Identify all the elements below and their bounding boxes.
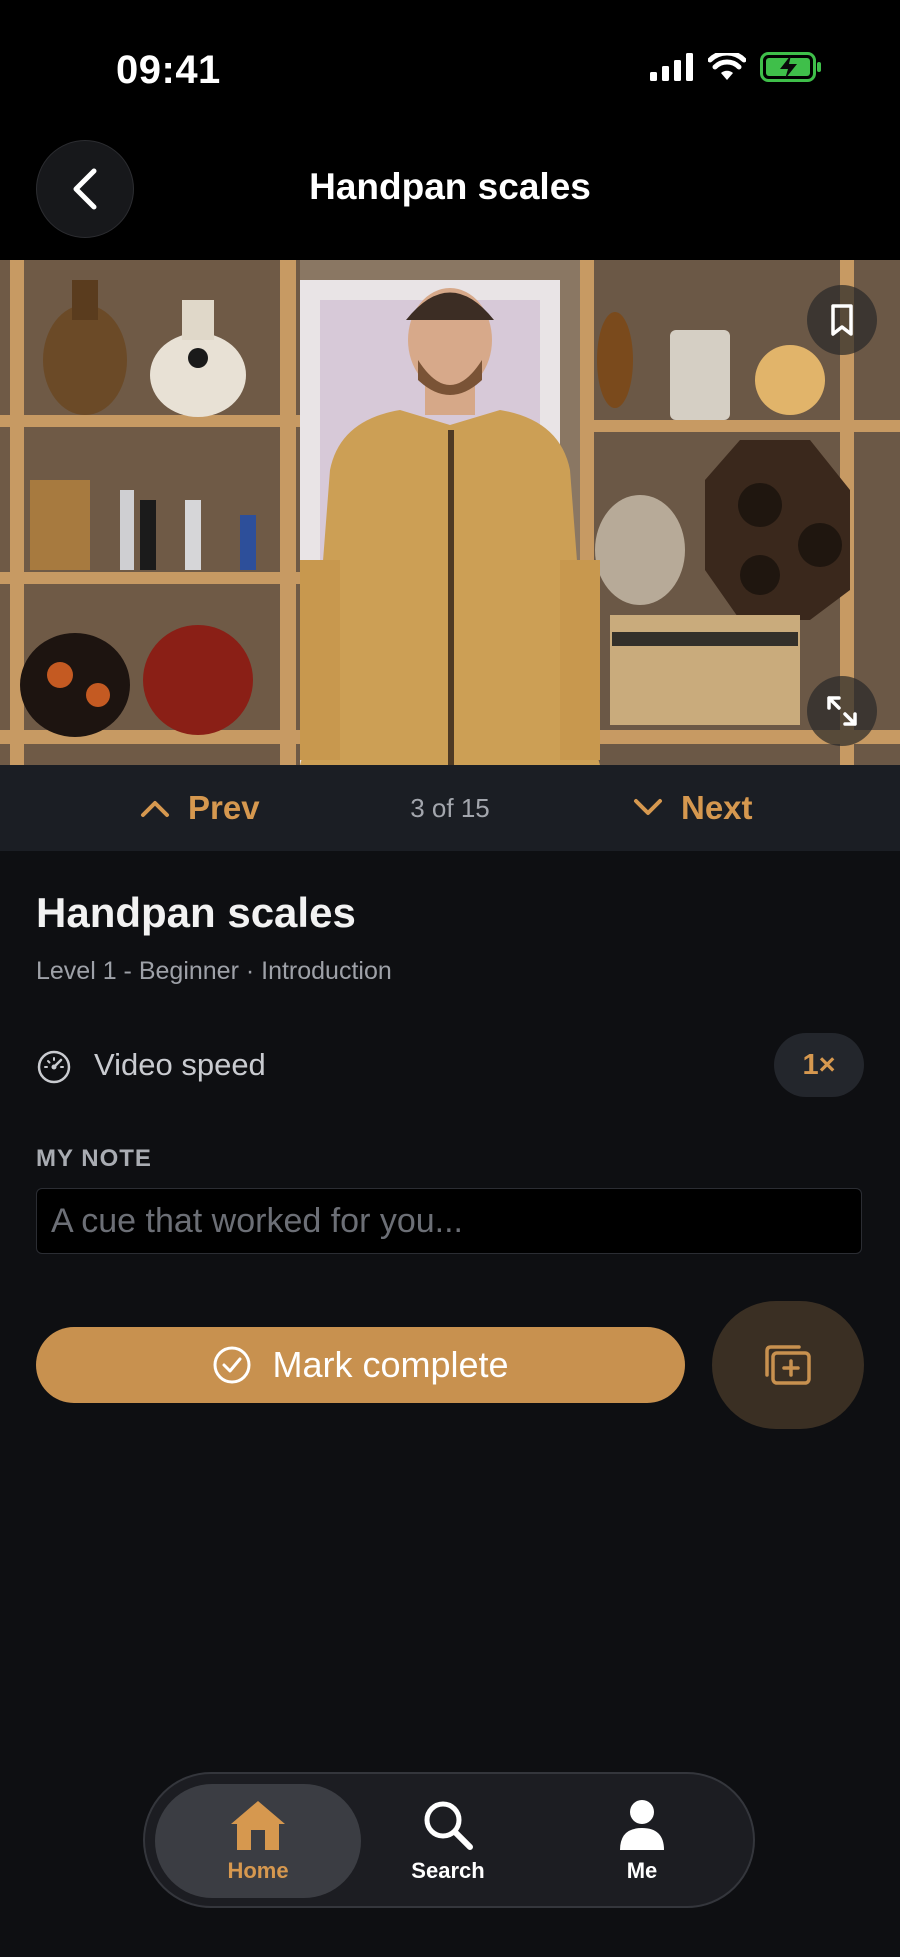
person-icon	[620, 1800, 664, 1850]
video-speed-button[interactable]: 1×	[774, 1033, 864, 1097]
lesson-counter: 3 of 15	[410, 793, 490, 823]
fullscreen-button[interactable]	[807, 676, 877, 746]
lesson-subtitle: Level 1 - Beginner · Introduction	[36, 957, 392, 985]
note-input[interactable]	[36, 1188, 862, 1254]
add-to-collection-button[interactable]	[712, 1301, 864, 1429]
video-speed-label: Video speed	[94, 1047, 266, 1082]
tab-bar: Home Search Me	[143, 1772, 755, 1908]
video-speed-row: Video speed 1×	[36, 1031, 864, 1101]
chevron-down-icon	[634, 799, 662, 815]
page-title: Handpan scales	[309, 166, 591, 207]
add-to-collection-icon	[765, 1345, 811, 1385]
lesson-pager: Prev 3 of 15 Next	[0, 765, 900, 851]
next-label: Next	[681, 789, 753, 826]
cellular-signal-icon	[650, 53, 693, 81]
lesson-title: Handpan scales	[36, 889, 356, 936]
tab-search[interactable]: Search	[345, 1784, 551, 1898]
check-circle-icon	[213, 1346, 251, 1384]
navigation-bar: Handpan scales	[0, 130, 900, 260]
mark-complete-button[interactable]: Mark complete	[36, 1327, 685, 1403]
home-icon	[231, 1801, 285, 1850]
speedometer-icon	[37, 1050, 71, 1084]
next-lesson-button[interactable]: Next	[633, 765, 753, 851]
battery-charging-icon	[760, 52, 821, 82]
status-time: 09:41	[116, 48, 221, 92]
mark-complete-label: Mark complete	[272, 1344, 509, 1385]
wifi-icon	[708, 53, 746, 80]
note-label: MY NOTE	[36, 1145, 152, 1172]
video-frame	[0, 260, 900, 765]
search-icon	[424, 1801, 473, 1850]
bookmark-icon	[831, 304, 853, 336]
tab-home[interactable]: Home	[155, 1784, 361, 1898]
tab-me[interactable]: Me	[539, 1784, 745, 1898]
status-icons	[650, 52, 822, 82]
tab-me-label: Me	[626, 1858, 658, 1883]
status-bar: 09:41	[0, 0, 900, 130]
expand-icon	[827, 696, 857, 726]
tab-search-label: Search	[411, 1858, 485, 1883]
bookmark-button[interactable]	[807, 285, 877, 355]
video-player[interactable]	[0, 260, 900, 765]
tab-home-label: Home	[227, 1858, 289, 1883]
